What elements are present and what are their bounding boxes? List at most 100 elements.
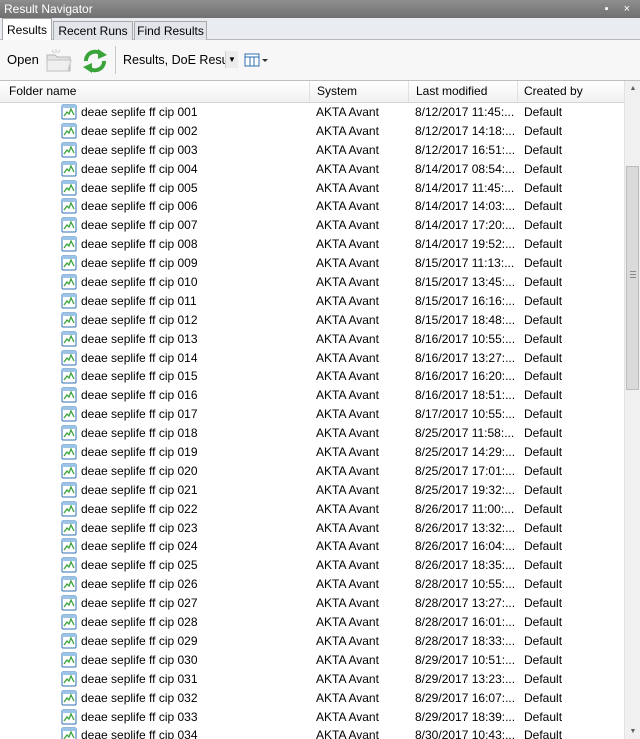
table-row[interactable]: deae seplife ff cip 032 AKTA Avant 8/29/… (0, 689, 624, 708)
cell-folder-name: deae seplife ff cip 006 (81, 199, 198, 214)
cell-last-modified: 8/26/2017 16:04:... (415, 539, 516, 554)
cell-last-modified: 8/16/2017 16:20:... (415, 369, 516, 384)
table-row[interactable]: deae seplife ff cip 017 AKTA Avant 8/17/… (0, 405, 624, 424)
table-row[interactable]: deae seplife ff cip 007 AKTA Avant 8/14/… (0, 216, 624, 235)
window-controls[interactable]: ▪ × (605, 0, 636, 18)
cell-created-by: Default (524, 671, 563, 686)
tab-recent-runs[interactable]: Recent Runs (53, 21, 133, 40)
cell-folder-name: deae seplife ff cip 001 (81, 105, 198, 119)
result-file-icon (61, 652, 77, 668)
cell-folder-name: deae seplife ff cip 026 (81, 577, 198, 592)
column-header-created-by[interactable]: Created by (518, 81, 624, 102)
column-header-folder-name[interactable]: Folder name (0, 81, 310, 102)
column-header-system[interactable]: System (310, 81, 409, 102)
cell-created-by: Default (524, 331, 563, 346)
table-row[interactable]: deae seplife ff cip 028 AKTA Avant 8/28/… (0, 613, 624, 632)
cell-last-modified: 8/25/2017 17:01:... (415, 463, 516, 478)
table-row[interactable]: deae seplife ff cip 009 AKTA Avant 8/15/… (0, 254, 624, 273)
folder-icon[interactable] (44, 48, 74, 74)
table-row[interactable]: deae seplife ff cip 005 AKTA Avant 8/14/… (0, 179, 624, 198)
table-row[interactable]: deae seplife ff cip 010 AKTA Avant 8/15/… (0, 273, 624, 292)
result-file-icon (61, 180, 77, 196)
column-chooser-icon[interactable] (243, 51, 269, 69)
table-row[interactable]: deae seplife ff cip 023 AKTA Avant 8/26/… (0, 519, 624, 538)
table-row[interactable]: deae seplife ff cip 006 AKTA Avant 8/14/… (0, 197, 624, 216)
cell-last-modified: 8/16/2017 13:27:... (415, 350, 516, 365)
cell-folder-name: deae seplife ff cip 025 (81, 558, 198, 573)
table-row[interactable]: deae seplife ff cip 031 AKTA Avant 8/29/… (0, 670, 624, 689)
cell-system: AKTA Avant (316, 407, 379, 422)
cell-folder-name: deae seplife ff cip 033 (81, 709, 198, 724)
tab-find-results[interactable]: Find Results (134, 21, 207, 40)
cell-system: AKTA Avant (316, 615, 379, 630)
result-type-filter-select[interactable]: Results, DoE Result ▼ (120, 51, 238, 69)
table-row[interactable]: deae seplife ff cip 029 AKTA Avant 8/28/… (0, 632, 624, 651)
cell-last-modified: 8/25/2017 19:32:... (415, 482, 516, 497)
table-row[interactable]: deae seplife ff cip 025 AKTA Avant 8/26/… (0, 556, 624, 575)
scrollbar-thumb[interactable] (626, 165, 639, 390)
cell-folder-name: deae seplife ff cip 005 (81, 180, 198, 195)
cell-system: AKTA Avant (316, 463, 379, 478)
cell-system: AKTA Avant (316, 728, 379, 739)
open-button[interactable]: Open (7, 52, 39, 67)
cell-created-by: Default (524, 256, 563, 271)
cell-created-by: Default (524, 520, 563, 535)
result-file-icon (61, 614, 77, 630)
table-row[interactable]: deae seplife ff cip 001 AKTA Avant 8/12/… (0, 103, 624, 122)
vertical-scrollbar[interactable]: ▲ ▼ (624, 81, 640, 739)
cell-created-by: Default (524, 388, 563, 403)
cell-system: AKTA Avant (316, 426, 379, 441)
table-row[interactable]: deae seplife ff cip 018 AKTA Avant 8/25/… (0, 424, 624, 443)
cell-system: AKTA Avant (316, 388, 379, 403)
cell-folder-name: deae seplife ff cip 009 (81, 256, 198, 271)
table-row[interactable]: deae seplife ff cip 003 AKTA Avant 8/12/… (0, 141, 624, 160)
cell-last-modified: 8/29/2017 16:07:... (415, 690, 516, 705)
cell-created-by: Default (524, 237, 563, 252)
refresh-icon[interactable] (80, 47, 110, 75)
cell-created-by: Default (524, 728, 563, 739)
table-row[interactable]: deae seplife ff cip 015 AKTA Avant 8/16/… (0, 367, 624, 386)
result-file-icon (61, 142, 77, 158)
table-row[interactable]: deae seplife ff cip 012 AKTA Avant 8/15/… (0, 311, 624, 330)
table-row[interactable]: deae seplife ff cip 008 AKTA Avant 8/14/… (0, 235, 624, 254)
table-row[interactable]: deae seplife ff cip 016 AKTA Avant 8/16/… (0, 386, 624, 405)
cell-last-modified: 8/28/2017 18:33:... (415, 633, 516, 648)
cell-folder-name: deae seplife ff cip 028 (81, 615, 198, 630)
chevron-down-icon[interactable]: ▼ (225, 51, 238, 68)
result-file-icon (61, 709, 77, 724)
cell-created-by: Default (524, 463, 563, 478)
tab-strip: Results Recent Runs Find Results (0, 18, 640, 40)
cell-system: AKTA Avant (316, 142, 379, 157)
table-row[interactable]: deae seplife ff cip 019 AKTA Avant 8/25/… (0, 443, 624, 462)
table-row[interactable]: deae seplife ff cip 033 AKTA Avant 8/29/… (0, 708, 624, 727)
cell-system: AKTA Avant (316, 256, 379, 271)
tab-results[interactable]: Results (2, 18, 52, 40)
table-row[interactable]: deae seplife ff cip 020 AKTA Avant 8/25/… (0, 462, 624, 481)
column-header-last-modified[interactable]: Last modified (409, 81, 518, 102)
cell-created-by: Default (524, 275, 563, 290)
cell-system: AKTA Avant (316, 369, 379, 384)
table-row[interactable]: deae seplife ff cip 002 AKTA Avant 8/12/… (0, 122, 624, 141)
table-row[interactable]: deae seplife ff cip 027 AKTA Avant 8/28/… (0, 594, 624, 613)
table-row[interactable]: deae seplife ff cip 034 AKTA Avant 8/30/… (0, 726, 624, 739)
table-row[interactable]: deae seplife ff cip 022 AKTA Avant 8/26/… (0, 500, 624, 519)
scroll-up-icon[interactable]: ▲ (625, 81, 640, 97)
table-row[interactable]: deae seplife ff cip 024 AKTA Avant 8/26/… (0, 537, 624, 556)
table-row[interactable]: deae seplife ff cip 030 AKTA Avant 8/29/… (0, 651, 624, 670)
result-file-icon (61, 198, 77, 214)
cell-created-by: Default (524, 293, 563, 308)
cell-created-by: Default (524, 482, 563, 497)
result-file-icon (61, 595, 77, 611)
cell-created-by: Default (524, 615, 563, 630)
table-row[interactable]: deae seplife ff cip 026 AKTA Avant 8/28/… (0, 575, 624, 594)
cell-last-modified: 8/25/2017 14:29:... (415, 445, 516, 460)
cell-system: AKTA Avant (316, 275, 379, 290)
table-row[interactable]: deae seplife ff cip 014 AKTA Avant 8/16/… (0, 349, 624, 368)
table-row[interactable]: deae seplife ff cip 021 AKTA Avant 8/25/… (0, 481, 624, 500)
cell-created-by: Default (524, 350, 563, 365)
table-row[interactable]: deae seplife ff cip 004 AKTA Avant 8/14/… (0, 160, 624, 179)
cell-created-by: Default (524, 558, 563, 573)
scroll-down-icon[interactable]: ▼ (625, 724, 640, 739)
table-row[interactable]: deae seplife ff cip 011 AKTA Avant 8/15/… (0, 292, 624, 311)
table-row[interactable]: deae seplife ff cip 013 AKTA Avant 8/16/… (0, 330, 624, 349)
